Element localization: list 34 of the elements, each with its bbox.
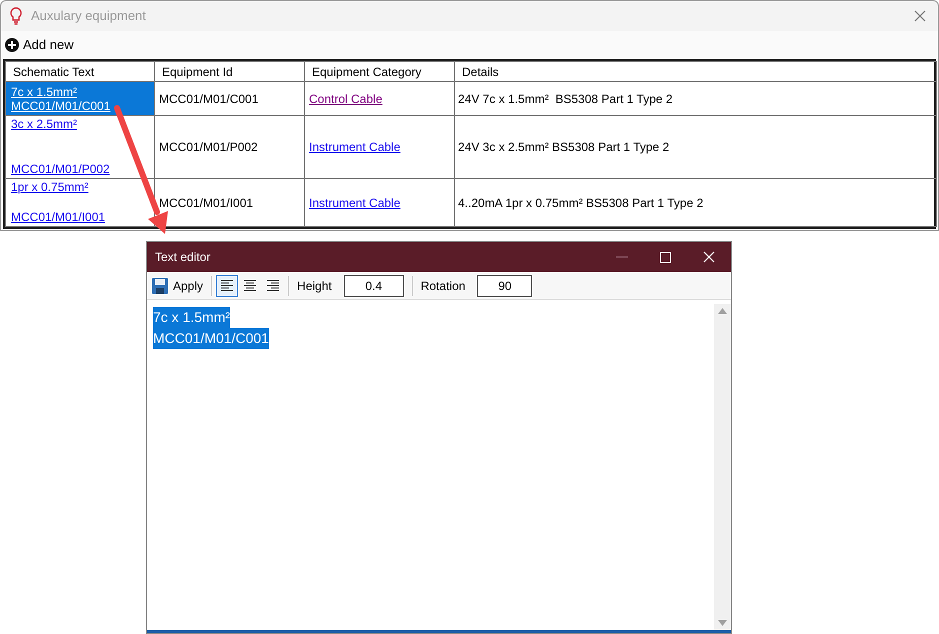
rotation-label: Rotation (420, 278, 466, 294)
schematic-link[interactable]: 7c x 1.5mm² (11, 84, 78, 98)
apply-button[interactable]: Apply (151, 276, 208, 294)
maximize-icon[interactable] (660, 252, 671, 262)
schematic-link[interactable]: MCC01/M01/P002 (11, 162, 110, 176)
align-left-button[interactable] (216, 274, 238, 296)
table-cell: 4..20mA 1pr x 0.75mm² BS5308 Part 1 Type 2 (458, 196, 704, 210)
table-cell: MCC01/M01/P002 (159, 140, 258, 154)
category-link[interactable]: Instrument Cable (309, 196, 400, 210)
schematic-link[interactable]: MCC01/M01/I001 (11, 210, 106, 224)
category-link[interactable]: Instrument Cable (309, 140, 400, 154)
window-title: Auxulary equipment (31, 7, 147, 26)
text-area[interactable]: 7c x 1.5mm² MCC01/M01/C001 (147, 304, 714, 630)
plus-icon (5, 38, 19, 52)
table-cell: MCC01/M01/C001 (159, 92, 258, 106)
table-cell: 24V 3c x 2.5mm² BS5308 Part 1 Type 2 (458, 140, 670, 154)
align-right-icon (266, 279, 280, 292)
lightbulb-icon (9, 7, 23, 25)
schematic-link[interactable]: 1pr x 0.75mm² (11, 180, 88, 194)
table-cell[interactable]: 3c x 2.5mm² MCC01/M01/P002 (6, 116, 154, 178)
align-left-icon (220, 279, 234, 292)
schematic-link[interactable]: MCC01/M01/C001 (11, 98, 110, 112)
table-cell: 24V 7c x 1.5mm² BS5308 Part 1 Type 2 (458, 92, 673, 106)
column-header[interactable]: Details (462, 64, 499, 78)
align-center-icon (243, 279, 258, 292)
schematic-link[interactable]: 3c x 2.5mm² (11, 117, 78, 131)
table-cell[interactable]: 7c x 1.5mm² MCC01/M01/C001 (6, 82, 154, 116)
rotation-field[interactable]: 90 (477, 274, 532, 296)
minimize-icon[interactable] (616, 256, 628, 258)
height-label: Height (297, 278, 332, 294)
table-cell: MCC01/M01/I001 (159, 196, 254, 210)
window-title: Text editor (155, 249, 212, 266)
add-new-button[interactable]: Add new (5, 35, 74, 55)
height-field[interactable]: 0.4 (344, 274, 404, 296)
